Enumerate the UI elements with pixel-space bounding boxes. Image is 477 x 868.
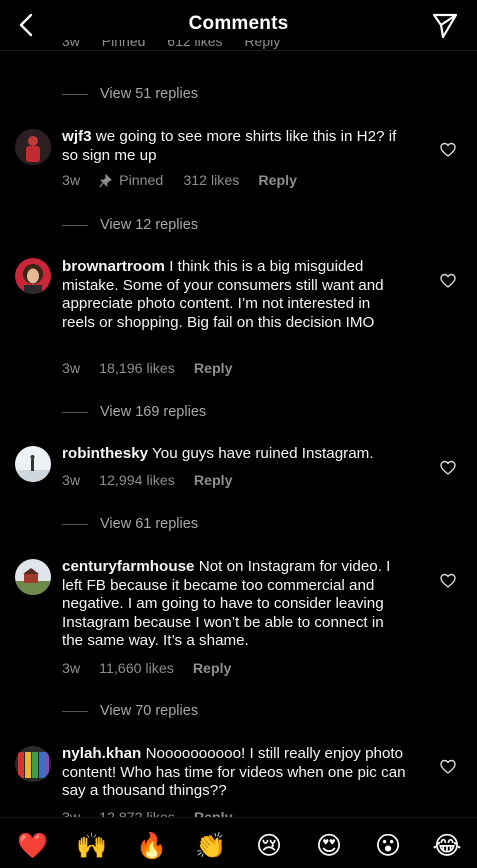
view-replies-link[interactable]: View 12 replies [62,215,198,235]
comment-time: 3w [62,40,80,49]
reply-link[interactable]: Reply [193,661,232,677]
like-count[interactable]: 612 likes [167,40,222,49]
crying-face-emoji[interactable]: 😢 [254,831,284,861]
comment-time: 3w [62,361,81,377]
heart-outline-icon[interactable] [440,460,456,476]
avatar[interactable] [15,258,51,294]
view-replies-link[interactable]: View 169 replies [62,402,206,422]
comment-body: centuryfarmhouse Not on Instagram for vi… [62,558,407,651]
comment-body: wjf3 we going to see more shirts like th… [62,128,407,165]
comment-body: robinthesky You guys have ruined Instagr… [62,445,407,464]
partial-meta-row: 3w Pinned 612 likes Reply [62,40,298,52]
comment-username[interactable]: brownartroom [62,258,165,275]
clapping-hands-emoji[interactable]: 👏 [195,831,226,861]
comment-username[interactable]: centuryfarmhouse [62,558,195,575]
comment-text: we going to see more shirts like this in… [62,128,397,164]
red-heart-emoji[interactable]: ❤️ [17,831,48,861]
view-replies-label: View 70 replies [100,703,199,719]
view-replies-link[interactable]: View 61 replies [62,514,198,534]
comment-body: nylah.khan Noooooooooo! I still really e… [62,745,407,801]
comment-username[interactable]: wjf3 [62,128,92,145]
like-count[interactable]: 312 likes [183,173,239,189]
raising-hands-emoji[interactable]: 🙌 [76,831,107,861]
pin-icon [99,174,112,188]
heart-eyes-emoji[interactable]: 😍 [314,831,344,861]
comment-time: 3w [62,473,81,489]
heart-outline-icon[interactable] [440,759,456,775]
paper-plane-icon[interactable] [431,11,459,39]
view-replies-label: View 169 replies [100,404,207,420]
heart-outline-icon[interactable] [440,273,456,289]
comment-time: 3w [62,173,81,189]
reply-link[interactable]: Reply [194,361,233,377]
like-count[interactable]: 11,660 likes [99,661,174,677]
view-replies-label: View 51 replies [100,86,199,102]
view-replies-label: View 61 replies [100,516,199,532]
view-replies-label: View 12 replies [100,217,199,233]
avatar[interactable] [15,559,51,595]
pinned-label: Pinned [119,173,164,189]
comment-text: You guys have ruined Instagram. [152,445,374,462]
heart-outline-icon[interactable] [440,142,456,158]
comment-time: 3w [62,661,81,677]
like-count[interactable]: 18,196 likes [99,361,175,377]
comment-meta: 3w 18,196 likes Reply [62,361,233,377]
divider-line [62,411,88,413]
tears-of-joy-emoji[interactable]: 😂 [432,831,462,861]
comment-meta: 3w 11,660 likes Reply [62,661,231,677]
divider-line [62,710,88,712]
divider-line [62,523,88,525]
pinned-label: Pinned [101,40,146,49]
reply-link[interactable]: Reply [244,40,280,49]
avatar[interactable] [15,746,51,782]
reply-link[interactable]: Reply [194,473,233,489]
divider-line [62,93,88,95]
comment-meta: 3w Pinned 312 likes Reply [62,173,297,189]
pinned-badge: Pinned [99,173,163,189]
page-title: Comments [188,13,289,34]
like-count[interactable]: 12,994 likes [99,473,175,489]
fire-emoji[interactable]: 🔥 [136,831,167,861]
surprised-face-emoji[interactable]: 😮 [373,831,403,861]
view-replies-link[interactable]: View 51 replies [62,84,198,104]
avatar[interactable] [15,446,51,482]
comment-username[interactable]: robinthesky [62,445,148,462]
reply-link[interactable]: Reply [258,173,297,189]
comment-username[interactable]: nylah.khan [62,745,141,762]
comment-body: brownartroom I think this is a big misgu… [62,258,407,332]
view-replies-link[interactable]: View 70 replies [62,701,198,721]
avatar[interactable] [15,129,51,165]
emoji-reaction-bar: ❤️ 🙌 🔥 👏 😢 😍 😮 😂 [0,817,477,868]
heart-outline-icon[interactable] [440,573,456,589]
divider-line [62,224,88,226]
comment-meta: 3w 12,994 likes Reply [62,473,233,489]
